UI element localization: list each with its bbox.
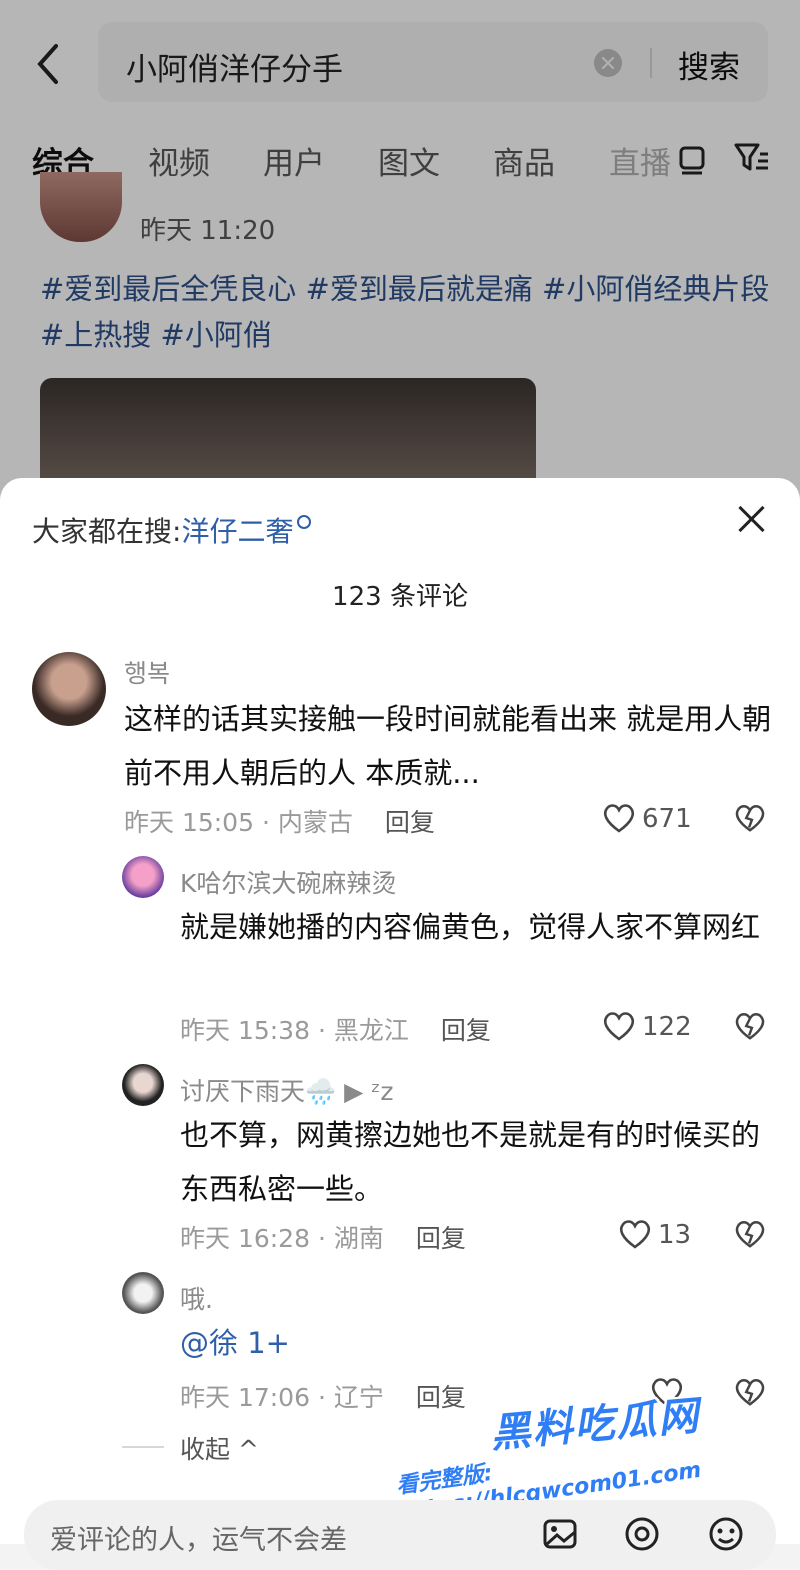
comment-input-bar[interactable]: 爱评论的人，运气不会差 — [24, 1500, 776, 1570]
comment-text[interactable]: 这样的话其实接触一段时间就能看出来 就是用人朝前不用人朝后的人 本质就... — [124, 692, 774, 800]
trending-label: 大家都在搜: — [32, 515, 182, 548]
comment-meta: 昨天 15:05 · 内蒙古 回复 — [124, 803, 435, 839]
avatar[interactable] — [122, 1272, 164, 1314]
reply-button[interactable]: 回复 — [416, 1383, 466, 1412]
dislike-icon[interactable] — [734, 1010, 766, 1042]
emoji-icon[interactable] — [708, 1516, 744, 1552]
reply-button[interactable]: 回复 — [416, 1224, 466, 1253]
comment-author[interactable]: 행복 — [124, 654, 170, 690]
image-icon[interactable] — [542, 1516, 578, 1552]
comment-time-location: 昨天 15:38 · 黑龙江 — [180, 1016, 409, 1045]
like-count: 122 — [642, 1012, 692, 1042]
comment-time-location: 昨天 15:05 · 内蒙古 — [124, 808, 353, 837]
search-mini-icon — [297, 515, 312, 529]
avatar[interactable] — [122, 856, 164, 898]
avatar[interactable] — [32, 652, 106, 726]
comment-input[interactable]: 爱评论的人，运气不会差 — [50, 1518, 347, 1557]
comment-text[interactable]: 也不算，网黄擦边她也不是就是有的时候买的东西私密一些。 — [180, 1108, 770, 1216]
like-count: 671 — [642, 804, 692, 834]
reply-button[interactable]: 回复 — [385, 808, 435, 837]
mention-icon[interactable] — [624, 1516, 660, 1552]
comment-text[interactable]: 就是嫌她播的内容偏黄色，觉得人家不算网红 — [180, 900, 770, 954]
comment-time-location: 昨天 17:06 · 辽宁 — [180, 1383, 384, 1412]
heart-icon[interactable] — [602, 802, 636, 834]
comment-count: 123 条评论 — [332, 582, 468, 612]
comment-meta: 昨天 17:06 · 辽宁 回复 — [180, 1378, 466, 1414]
comment-meta: 昨天 15:38 · 黑龙江 回复 — [180, 1011, 491, 1047]
collapse-divider — [122, 1446, 164, 1448]
reply-button[interactable]: 回复 — [441, 1016, 491, 1045]
comment-text[interactable]: @徐 1+ — [180, 1316, 770, 1370]
comment-author[interactable]: 哦. — [180, 1280, 213, 1316]
avatar[interactable] — [122, 1064, 164, 1106]
dim-overlay[interactable] — [0, 0, 800, 520]
comment-author[interactable]: 讨厌下雨天🌧️ ▶ ᶻz — [180, 1072, 394, 1108]
dislike-icon[interactable] — [734, 802, 766, 834]
dislike-icon[interactable] — [734, 1376, 766, 1408]
like-count: 13 — [658, 1220, 692, 1250]
dislike-icon[interactable] — [734, 1218, 766, 1250]
heart-icon[interactable] — [602, 1010, 636, 1042]
heart-icon[interactable] — [618, 1218, 652, 1250]
comment-time-location: 昨天 16:28 · 湖南 — [180, 1224, 384, 1253]
close-icon[interactable] — [734, 502, 768, 536]
comment-meta: 昨天 16:28 · 湖南 回复 — [180, 1219, 466, 1255]
collapse-replies[interactable]: 收起 ^ — [180, 1430, 259, 1466]
trending-link[interactable]: 洋仔二奢 — [181, 515, 293, 548]
trending-searches: 大家都在搜:洋仔二奢 — [32, 510, 312, 550]
comment-author[interactable]: K哈尔滨大碗麻辣烫 — [180, 864, 396, 900]
